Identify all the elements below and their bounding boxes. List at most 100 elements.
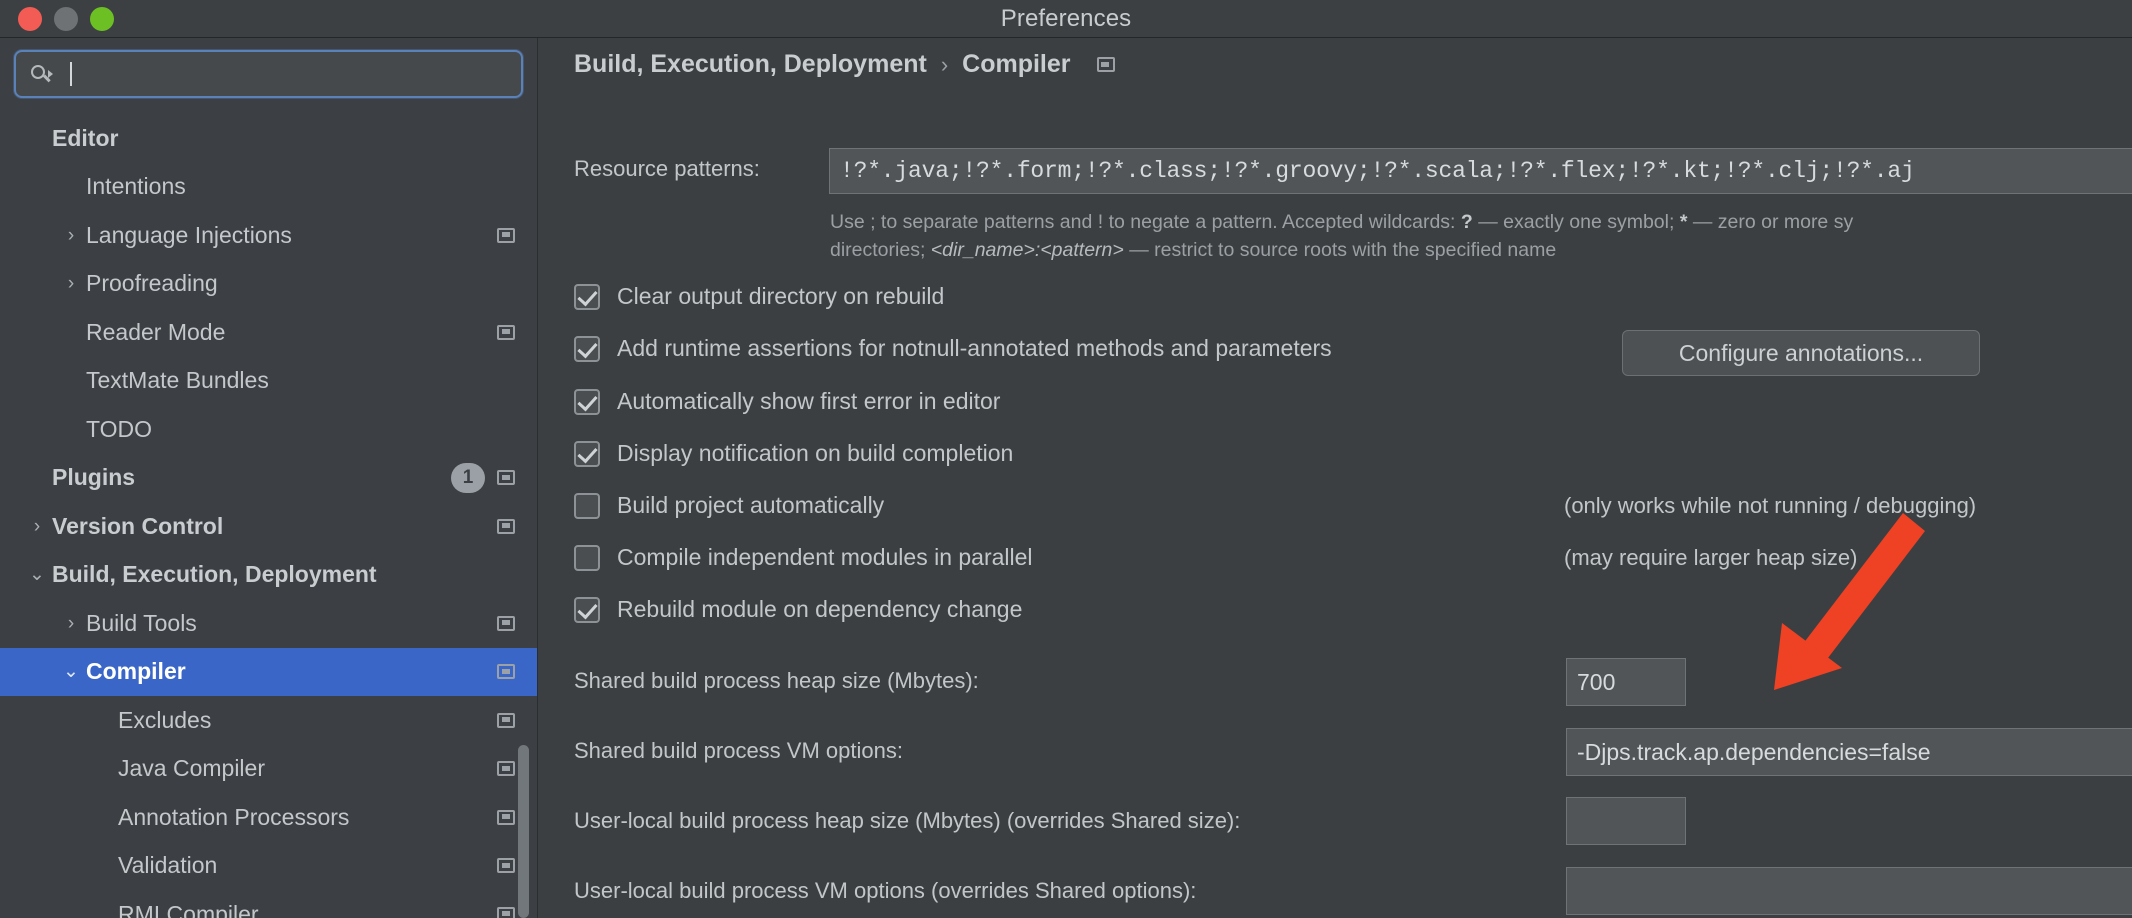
zoom-button[interactable] bbox=[90, 7, 114, 31]
detach-window-icon[interactable] bbox=[497, 810, 515, 825]
sidebar-item-build-tools[interactable]: ›Build Tools bbox=[0, 599, 537, 648]
title-bar: Preferences bbox=[0, 0, 2132, 38]
checkbox-box[interactable] bbox=[574, 597, 600, 623]
close-button[interactable] bbox=[18, 7, 42, 31]
sidebar-item-rmi-compiler[interactable]: RMI Compiler bbox=[0, 890, 537, 918]
sidebar-item-label: Intentions bbox=[86, 173, 186, 200]
chevron-right-icon[interactable]: › bbox=[60, 614, 82, 633]
sidebar-item-icons bbox=[497, 519, 515, 534]
breadcrumb-parent[interactable]: Build, Execution, Deployment bbox=[574, 50, 927, 79]
checkbox-box[interactable] bbox=[574, 389, 600, 415]
checkbox-label: Automatically show first error in editor bbox=[617, 388, 1000, 415]
detach-window-icon[interactable] bbox=[497, 325, 515, 340]
sidebar-item-intentions[interactable]: Intentions bbox=[0, 163, 537, 212]
checkbox-clear-output-directory[interactable]: Clear output directory on rebuild bbox=[574, 283, 944, 310]
checkbox-box[interactable] bbox=[574, 441, 600, 467]
breadcrumb-separator-icon: › bbox=[941, 52, 948, 78]
detach-window-icon[interactable] bbox=[497, 519, 515, 534]
checkbox-display-notification[interactable]: Display notification on build completion bbox=[574, 440, 1013, 467]
sidebar-item-proofreading[interactable]: ›Proofreading bbox=[0, 260, 537, 309]
sidebar-item-label: RMI Compiler bbox=[118, 901, 259, 918]
chevron-down-icon[interactable]: ⌄ bbox=[60, 662, 82, 681]
hint-line1-mid: — exactly one symbol; bbox=[1473, 211, 1680, 233]
checkbox-label: Rebuild module on dependency change bbox=[617, 596, 1022, 623]
checkbox-box[interactable] bbox=[574, 284, 600, 310]
sidebar-item-label: Java Compiler bbox=[118, 755, 265, 782]
shared-heap-size-input[interactable]: 700 bbox=[1566, 658, 1686, 706]
userlocal-heap-size-input[interactable] bbox=[1566, 797, 1686, 845]
userlocal-vm-options-label: User-local build process VM options (ove… bbox=[574, 878, 1196, 904]
sidebar-item-annotation-processors[interactable]: Annotation Processors bbox=[0, 793, 537, 842]
sidebar-item-label: Build, Execution, Deployment bbox=[52, 561, 377, 588]
sidebar-item-icons bbox=[497, 761, 515, 776]
sidebar-item-editor[interactable]: Editor bbox=[0, 114, 537, 163]
sidebar-item-validation[interactable]: Validation bbox=[0, 842, 537, 891]
sidebar-item-compiler[interactable]: ⌄Compiler bbox=[0, 648, 537, 697]
sidebar-scrollbar[interactable] bbox=[518, 745, 529, 918]
sidebar-item-icons bbox=[497, 325, 515, 340]
sidebar-item-label: TextMate Bundles bbox=[86, 367, 269, 394]
sidebar-item-icons bbox=[497, 228, 515, 243]
detach-window-icon[interactable] bbox=[497, 664, 515, 679]
sidebar-item-plugins[interactable]: Plugins1 bbox=[0, 454, 537, 503]
checkbox-label: Add runtime assertions for notnull-annot… bbox=[617, 335, 1332, 362]
sidebar-item-reader-mode[interactable]: Reader Mode bbox=[0, 308, 537, 357]
checkbox-build-project-automatically[interactable]: Build project automatically bbox=[574, 492, 884, 519]
compiler-settings-panel: Build, Execution, Deployment › Compiler … bbox=[539, 38, 2132, 918]
search-wrapper bbox=[0, 38, 537, 98]
checkbox-box[interactable] bbox=[574, 545, 600, 571]
note-build-automatically: (only works while not running / debuggin… bbox=[1564, 493, 1976, 519]
checkbox-auto-show-first-error[interactable]: Automatically show first error in editor bbox=[574, 388, 1000, 415]
sidebar-item-excludes[interactable]: Excludes bbox=[0, 696, 537, 745]
sidebar-item-icons bbox=[497, 858, 515, 873]
detach-window-icon[interactable] bbox=[497, 761, 515, 776]
resource-patterns-hint: Use ; to separate patterns and ! to nega… bbox=[830, 208, 2132, 265]
text-cursor bbox=[70, 62, 72, 86]
checkbox-compile-modules-parallel[interactable]: Compile independent modules in parallel bbox=[574, 544, 1033, 571]
detach-window-icon[interactable] bbox=[497, 858, 515, 873]
update-count-badge: 1 bbox=[451, 463, 485, 493]
detach-window-icon[interactable] bbox=[1097, 57, 1115, 72]
sidebar-item-icons bbox=[497, 664, 515, 679]
sidebar-item-version-control[interactable]: ›Version Control bbox=[0, 502, 537, 551]
checkbox-box[interactable] bbox=[574, 493, 600, 519]
resource-patterns-input[interactable]: !?*.java;!?*.form;!?*.class;!?*.groovy;!… bbox=[829, 148, 2132, 194]
sidebar-item-label: Build Tools bbox=[86, 610, 197, 637]
detach-window-icon[interactable] bbox=[497, 907, 515, 918]
checkbox-label: Clear output directory on rebuild bbox=[617, 283, 944, 310]
checkbox-label: Build project automatically bbox=[617, 492, 884, 519]
sidebar-item-icons bbox=[497, 713, 515, 728]
chevron-right-icon[interactable]: › bbox=[60, 226, 82, 245]
userlocal-vm-options-input[interactable] bbox=[1566, 867, 2132, 915]
sidebar-item-java-compiler[interactable]: Java Compiler bbox=[0, 745, 537, 794]
configure-annotations-button[interactable]: Configure annotations... bbox=[1622, 330, 1980, 376]
chevron-down-icon[interactable]: ⌄ bbox=[26, 565, 48, 584]
sidebar-item-language-injections[interactable]: ›Language Injections bbox=[0, 211, 537, 260]
chevron-right-icon[interactable]: › bbox=[26, 517, 48, 536]
detach-window-icon[interactable] bbox=[497, 470, 515, 485]
hint-question-mark: ? bbox=[1461, 211, 1473, 233]
sidebar-item-textmate-bundles[interactable]: TextMate Bundles bbox=[0, 357, 537, 406]
search-box[interactable] bbox=[14, 50, 523, 98]
detach-window-icon[interactable] bbox=[497, 713, 515, 728]
checkbox-box[interactable] bbox=[574, 336, 600, 362]
sidebar-item-label: Proofreading bbox=[86, 270, 218, 297]
detach-window-icon[interactable] bbox=[497, 616, 515, 631]
sidebar-item-label: TODO bbox=[86, 416, 152, 443]
checkbox-add-runtime-assertions[interactable]: Add runtime assertions for notnull-annot… bbox=[574, 335, 1332, 362]
window-title: Preferences bbox=[1001, 5, 1132, 33]
sidebar-item-label: Reader Mode bbox=[86, 319, 225, 346]
sidebar-item-label: Editor bbox=[52, 125, 118, 152]
settings-tree: EditorIntentions›Language Injections›Pro… bbox=[0, 114, 537, 918]
userlocal-heap-size-label: User-local build process heap size (Mbyt… bbox=[574, 808, 1240, 834]
checkbox-rebuild-on-dependency-change[interactable]: Rebuild module on dependency change bbox=[574, 596, 1022, 623]
detach-window-icon[interactable] bbox=[497, 228, 515, 243]
sidebar-item-build-execution-deployment[interactable]: ⌄Build, Execution, Deployment bbox=[0, 551, 537, 600]
hint-line2-pre: directories; bbox=[830, 239, 931, 261]
sidebar-item-icons bbox=[497, 616, 515, 631]
sidebar-item-todo[interactable]: TODO bbox=[0, 405, 537, 454]
sidebar-item-icons: 1 bbox=[451, 463, 515, 493]
shared-build-process-vm-options-input[interactable]: -Djps.track.ap.dependencies=false bbox=[1566, 728, 2132, 776]
chevron-right-icon[interactable]: › bbox=[60, 274, 82, 293]
minimize-button[interactable] bbox=[54, 7, 78, 31]
